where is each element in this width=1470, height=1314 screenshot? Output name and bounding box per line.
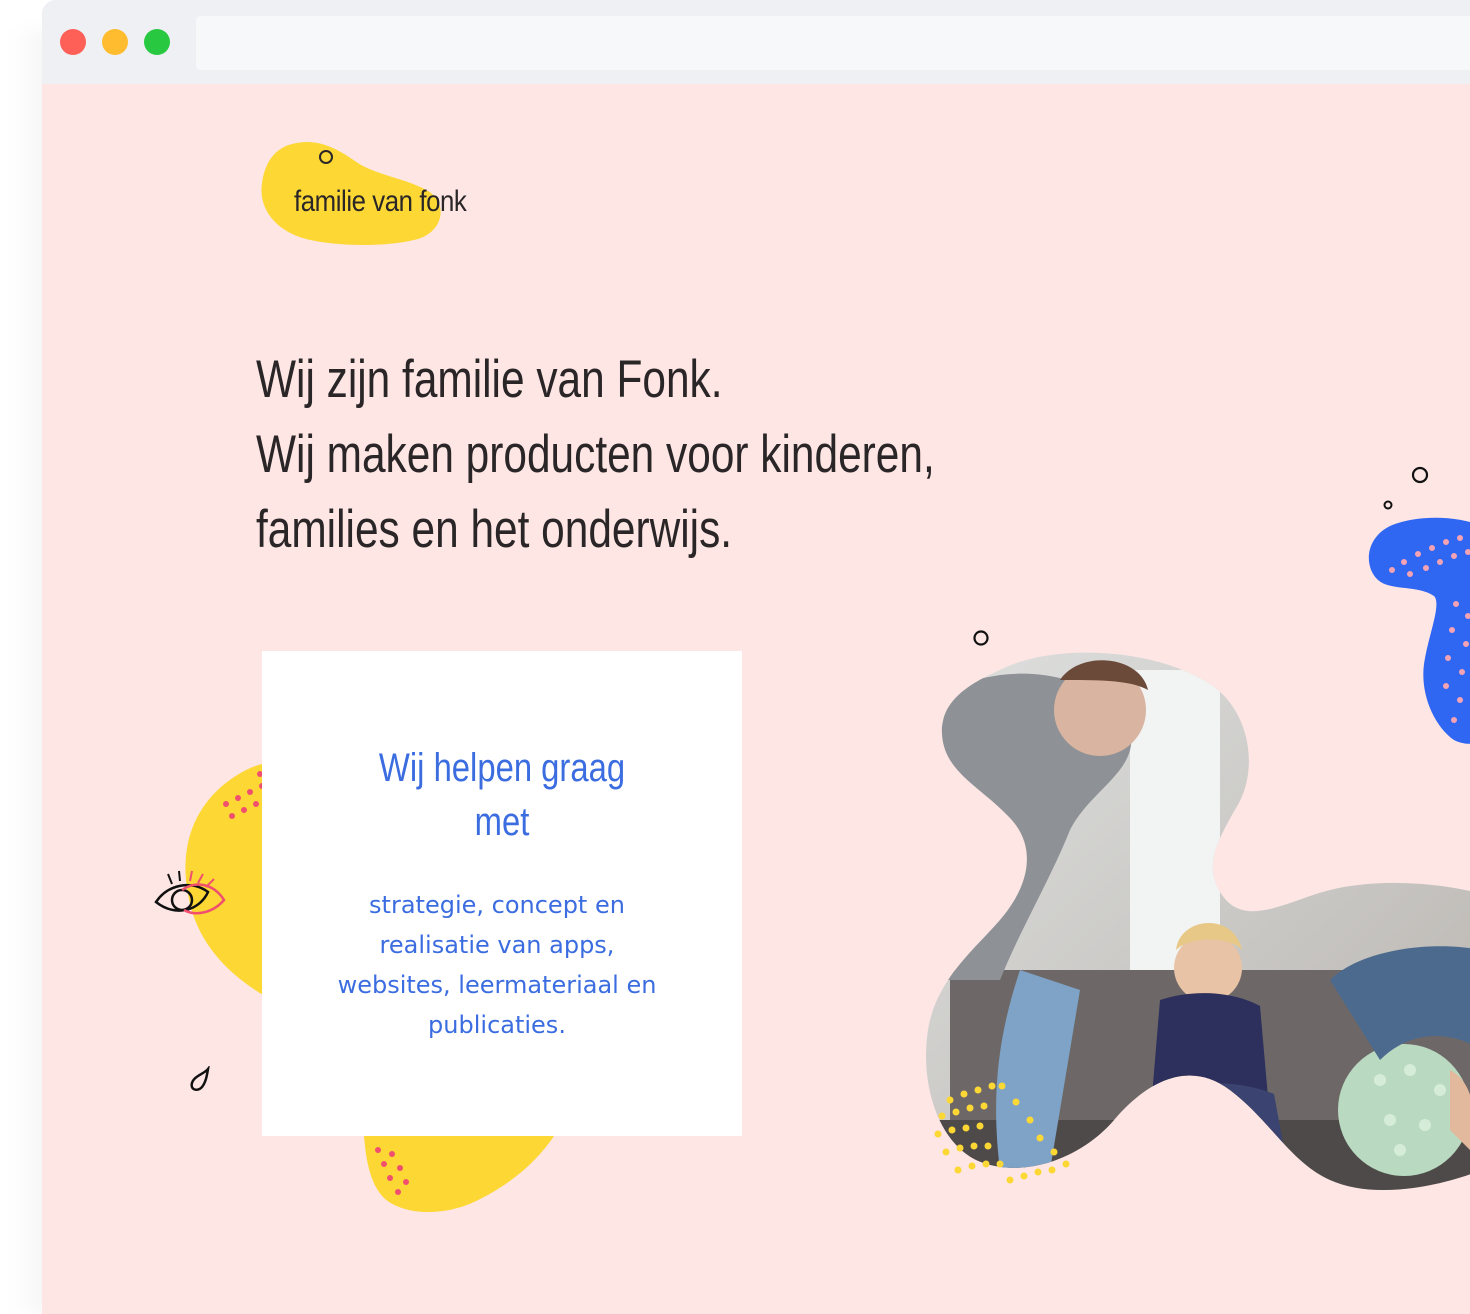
family-photo [926, 652, 1470, 1191]
close-button[interactable] [60, 29, 86, 55]
card-title-text: Wij helpen graag met [378, 746, 626, 844]
drop-icon [190, 1066, 210, 1092]
circle-outline-icon [973, 630, 989, 646]
address-bar[interactable] [196, 16, 1470, 70]
hero-line: Wij maken producten voor kinderen, [256, 425, 935, 484]
page-content: familie van fonk Wij zijn familie van Fo… [42, 84, 1470, 1314]
title-bar [42, 0, 1470, 84]
hero-headline: Wij zijn familie van Fonk. Wij maken pro… [256, 342, 976, 567]
hero-line: Wij zijn familie van Fonk. [256, 350, 723, 409]
logo-text: familie van fonk [294, 185, 467, 218]
hero-line: families en het onderwijs. [256, 500, 733, 559]
minimize-button[interactable] [102, 29, 128, 55]
card-body: strategie, concept en realisatie van app… [337, 891, 657, 1039]
zoom-button[interactable] [144, 29, 170, 55]
browser-window: familie van fonk Wij zijn familie van Fo… [42, 0, 1470, 1314]
eye-icon [154, 870, 226, 915]
yellow-blob-bottom [364, 1136, 554, 1213]
logo[interactable]: familie van fonk [258, 139, 508, 249]
services-card: Wij helpen graag met strategie, concept … [262, 651, 742, 1136]
card-title: Wij helpen graag met [262, 741, 742, 849]
